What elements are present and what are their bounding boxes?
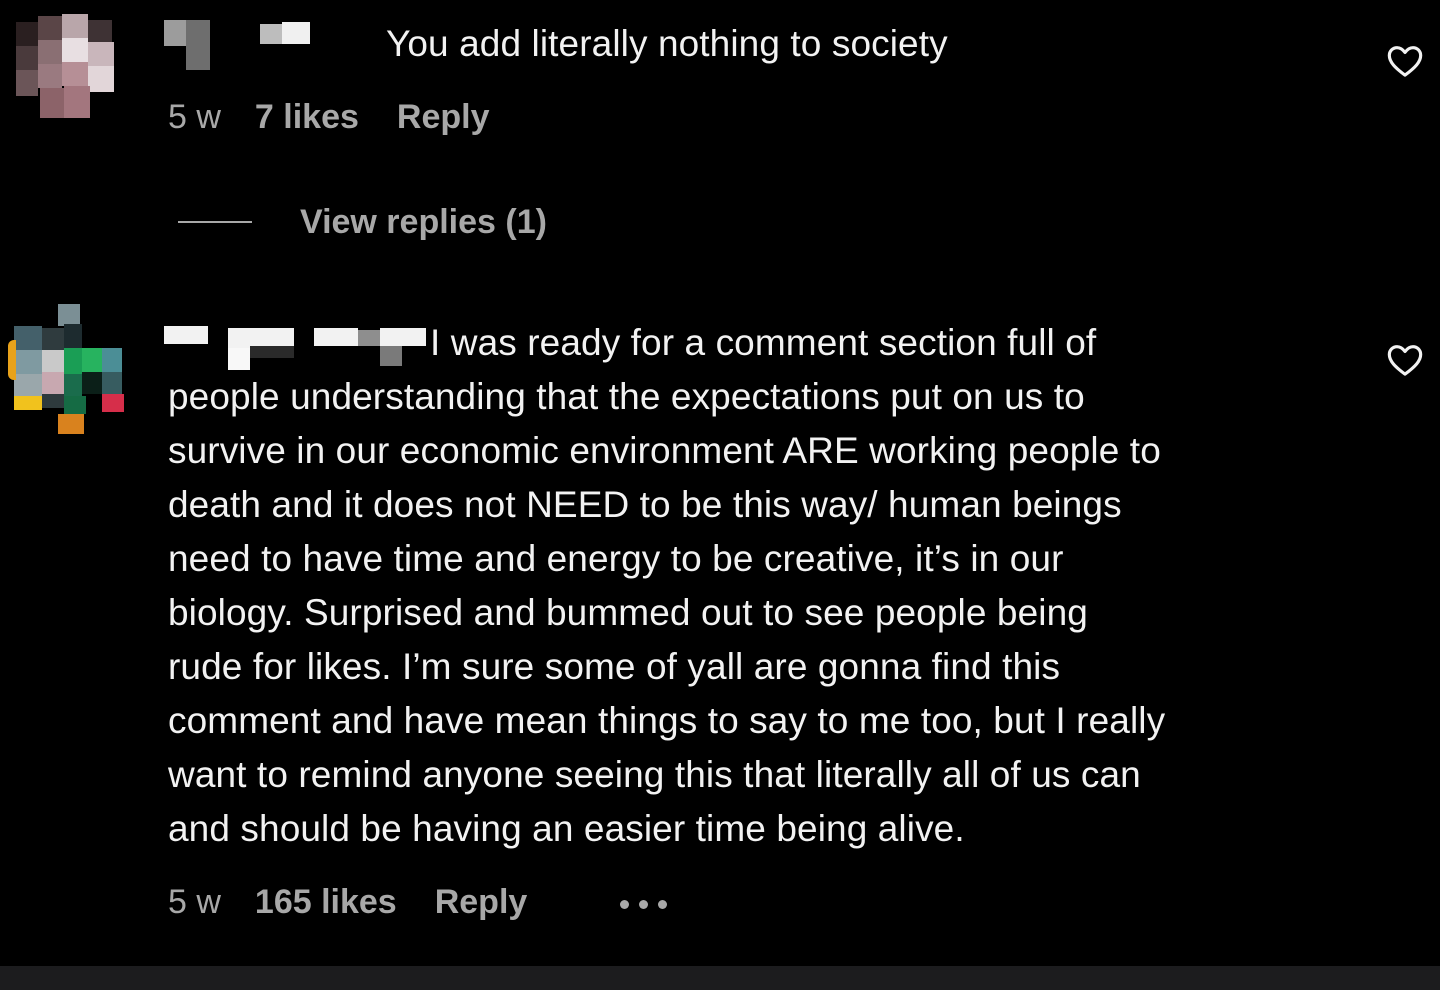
comment-age: 5 w <box>168 883 221 921</box>
comment-text-line: I was ready for a comment section full o… <box>430 322 1097 363</box>
ellipsis-icon[interactable] <box>620 900 670 912</box>
comment-text-line: survive in our economic environment ARE … <box>168 430 1161 471</box>
bottom-bar <box>0 966 1440 990</box>
comment-text-line: rude for likes. I’m sure some of yall ar… <box>168 646 1061 687</box>
reply-button[interactable]: Reply <box>435 883 528 922</box>
comment-text-line: biology. Surprised and bummed out to see… <box>168 592 1088 633</box>
username[interactable] <box>164 326 426 370</box>
comment-text-line: people understanding that the expectatio… <box>168 376 1085 417</box>
comment-text-line: and should be having an easier time bein… <box>168 808 965 849</box>
comment-2: I was ready for a comment section full o… <box>0 0 1440 960</box>
heart-icon[interactable] <box>1385 340 1425 380</box>
likes-count[interactable]: 165 likes <box>255 883 397 922</box>
comment-text-line: want to remind anyone seeing this that l… <box>168 754 1141 795</box>
avatar[interactable] <box>6 304 126 436</box>
comment-text-line: death and it does not NEED to be this wa… <box>168 484 1122 525</box>
comment-text-line: comment and have mean things to say to m… <box>168 700 1166 741</box>
comment-text-line: need to have time and energy to be creat… <box>168 538 1064 579</box>
comment-meta: 5 w 165 likes Reply <box>168 883 527 922</box>
